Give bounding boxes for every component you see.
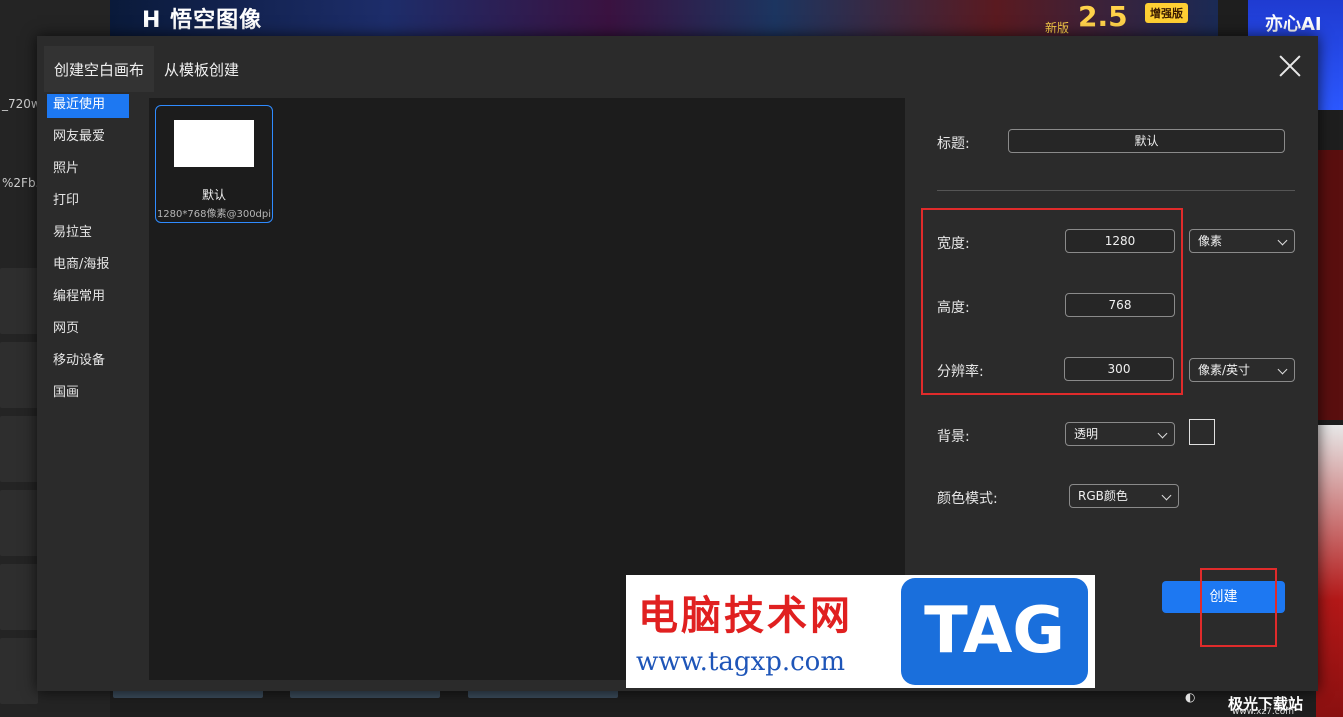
watermark: 电脑技术网 www.tagxp.com TAG xyxy=(626,575,1095,688)
watermark-url: www.tagxp.com xyxy=(636,647,845,677)
chevron-down-icon xyxy=(1277,235,1288,246)
background-right-strip xyxy=(1316,150,1343,420)
template-meta: 1280*768像素@300dpi xyxy=(156,209,272,220)
title-label: 标题: xyxy=(937,136,970,152)
size-unit-value: 像素 xyxy=(1198,234,1223,248)
tab-create-blank-canvas[interactable]: 创建空白画布 xyxy=(44,46,155,92)
category-list: 最近使用 网友最爱 照片 打印 易拉宝 电商/海报 编程常用 网页 移动设备 国… xyxy=(47,94,129,414)
background-tile xyxy=(0,638,38,704)
template-name: 默认 xyxy=(201,188,226,202)
watermark-title: 电脑技术网 xyxy=(638,592,853,639)
category-item-rollup-banner[interactable]: 易拉宝 xyxy=(47,222,129,254)
title-input[interactable]: 默认 xyxy=(1008,129,1285,153)
tab-create-from-template[interactable]: 从模板创建 xyxy=(154,46,249,92)
category-item-chinese-painting[interactable]: 国画 xyxy=(47,382,129,414)
category-item-web[interactable]: 网页 xyxy=(47,318,129,350)
height-label: 高度: xyxy=(937,300,970,316)
chevron-down-icon xyxy=(1277,364,1288,375)
form-divider xyxy=(937,190,1295,191)
width-label: 宽度: xyxy=(937,236,970,252)
background-tile xyxy=(0,564,38,630)
width-input[interactable]: 1280 xyxy=(1065,229,1175,253)
watermark-tag-logo: TAG xyxy=(901,578,1088,685)
size-unit-select[interactable]: 像素 xyxy=(1189,229,1295,253)
right-ad-text: 亦心AI xyxy=(1265,14,1322,35)
color-mode-select[interactable]: RGB颜色 xyxy=(1069,484,1179,508)
color-mode-label: 颜色模式: xyxy=(937,491,998,507)
resolution-input[interactable]: 300 xyxy=(1064,357,1174,381)
category-item-recent[interactable]: 最近使用 xyxy=(47,94,129,118)
template-card-default[interactable]: 默认 1280*768像素@300dpi xyxy=(155,105,273,223)
background-color-swatch[interactable] xyxy=(1189,419,1215,445)
background-label: 背景: xyxy=(937,429,970,445)
resolution-unit-select[interactable]: 像素/英寸 xyxy=(1189,358,1295,382)
close-icon[interactable] xyxy=(1278,54,1302,78)
color-mode-value: RGB颜色 xyxy=(1078,489,1128,503)
category-item-ecommerce-poster[interactable]: 电商/海报 xyxy=(47,254,129,286)
background-filename: _720w xyxy=(2,97,41,111)
background-right-strip xyxy=(1316,425,1343,717)
banner-new-label: 新版 xyxy=(1045,21,1070,35)
resolution-unit-value: 像素/英寸 xyxy=(1198,363,1251,377)
category-item-print[interactable]: 打印 xyxy=(47,190,129,222)
background-tile xyxy=(0,342,38,408)
template-thumbnail xyxy=(174,120,254,167)
background-select[interactable]: 透明 xyxy=(1065,422,1175,446)
height-input[interactable]: 768 xyxy=(1065,293,1175,317)
background-value: 透明 xyxy=(1074,427,1099,441)
highlight-box-create xyxy=(1200,568,1277,647)
corner-logo-url: www.xz7.com xyxy=(1232,707,1294,717)
category-item-mobile[interactable]: 移动设备 xyxy=(47,350,129,382)
background-tile xyxy=(0,490,38,556)
category-item-favorites[interactable]: 网友最爱 xyxy=(47,126,129,158)
banner-logo: H 悟空图像 xyxy=(142,8,263,33)
chevron-down-icon xyxy=(1157,428,1168,439)
dialog-tabs: 创建空白画布 从模板创建 xyxy=(44,46,249,92)
background-tile xyxy=(0,268,38,334)
corner-logo-icon: ◐ xyxy=(1185,690,1196,704)
resolution-label: 分辨率: xyxy=(937,364,984,380)
banner-badge: 增强版 xyxy=(1145,3,1188,23)
category-item-programming[interactable]: 编程常用 xyxy=(47,286,129,318)
banner-version: 2.5 xyxy=(1078,0,1128,33)
background-tile xyxy=(0,416,38,482)
chevron-down-icon xyxy=(1161,490,1172,501)
category-item-photos[interactable]: 照片 xyxy=(47,158,129,190)
